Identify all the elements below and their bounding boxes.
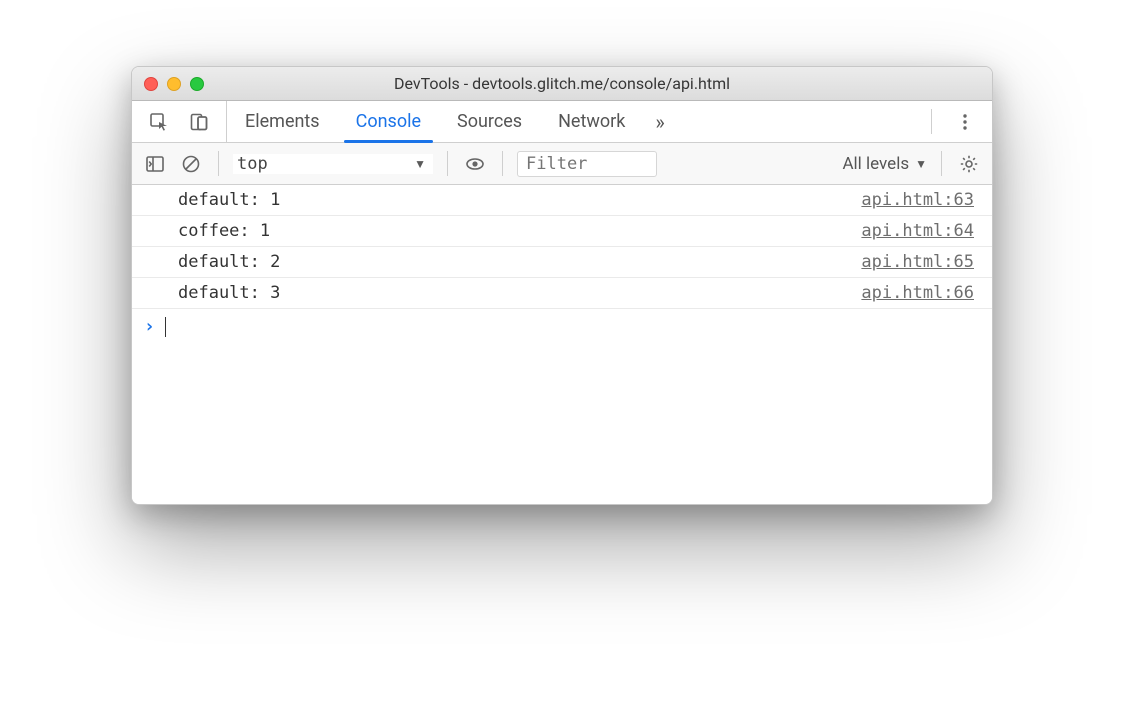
console-source-link[interactable]: api.html:65 (861, 252, 974, 272)
console-message: default: 3 (178, 283, 280, 303)
tab-elements[interactable]: Elements (227, 101, 338, 142)
kebab-menu-icon[interactable] (952, 112, 978, 132)
window-title: DevTools - devtools.glitch.me/console/ap… (132, 74, 992, 93)
console-row: default: 3 api.html:66 (132, 278, 992, 309)
console-source-link[interactable]: api.html:64 (861, 221, 974, 241)
clear-console-icon[interactable] (178, 154, 204, 174)
console-row: default: 1 api.html:63 (132, 185, 992, 216)
console-source-link[interactable]: api.html:66 (861, 283, 974, 303)
inspect-element-icon[interactable] (146, 112, 172, 132)
tab-label: Sources (457, 111, 522, 132)
console-source-link[interactable]: api.html:63 (861, 190, 974, 210)
levels-label: All levels (842, 154, 909, 174)
panel-tabs: Elements Console Sources Network » (132, 101, 992, 143)
console-message: coffee: 1 (178, 221, 270, 241)
tab-console[interactable]: Console (338, 101, 439, 142)
chevron-right-icon: » (655, 110, 664, 134)
console-message: default: 1 (178, 190, 280, 210)
console-prompt[interactable]: › (132, 309, 992, 344)
chevron-down-icon: ▼ (414, 157, 426, 171)
filter-input-wrapper[interactable] (517, 151, 657, 177)
console-row: default: 2 api.html:65 (132, 247, 992, 278)
console-output: default: 1 api.html:63 coffee: 1 api.htm… (132, 185, 992, 504)
text-cursor (165, 317, 167, 337)
tab-label: Elements (245, 111, 320, 132)
tab-label: Network (558, 111, 625, 132)
minimize-button[interactable] (167, 77, 181, 91)
more-tabs-button[interactable]: » (643, 101, 676, 142)
console-settings-icon[interactable] (956, 154, 982, 174)
context-selector[interactable]: top ▼ (233, 154, 433, 174)
device-toolbar-icon[interactable] (186, 112, 212, 132)
tab-sources[interactable]: Sources (439, 101, 540, 142)
console-row: coffee: 1 api.html:64 (132, 216, 992, 247)
console-message: default: 2 (178, 252, 280, 272)
context-value: top (237, 154, 268, 174)
console-toolbar: top ▼ All levels ▼ (132, 143, 992, 185)
log-level-selector[interactable]: All levels ▼ (842, 154, 927, 174)
filter-input[interactable] (526, 154, 648, 174)
chevron-down-icon: ▼ (915, 157, 927, 171)
close-button[interactable] (144, 77, 158, 91)
maximize-button[interactable] (190, 77, 204, 91)
toggle-drawer-icon[interactable] (142, 154, 168, 174)
devtools-window: DevTools - devtools.glitch.me/console/ap… (131, 66, 993, 505)
window-controls (144, 77, 204, 91)
live-expression-icon[interactable] (462, 154, 488, 174)
tab-network[interactable]: Network (540, 101, 643, 142)
prompt-caret-icon: › (144, 316, 155, 337)
titlebar: DevTools - devtools.glitch.me/console/ap… (132, 67, 992, 101)
tab-label: Console (356, 111, 421, 132)
